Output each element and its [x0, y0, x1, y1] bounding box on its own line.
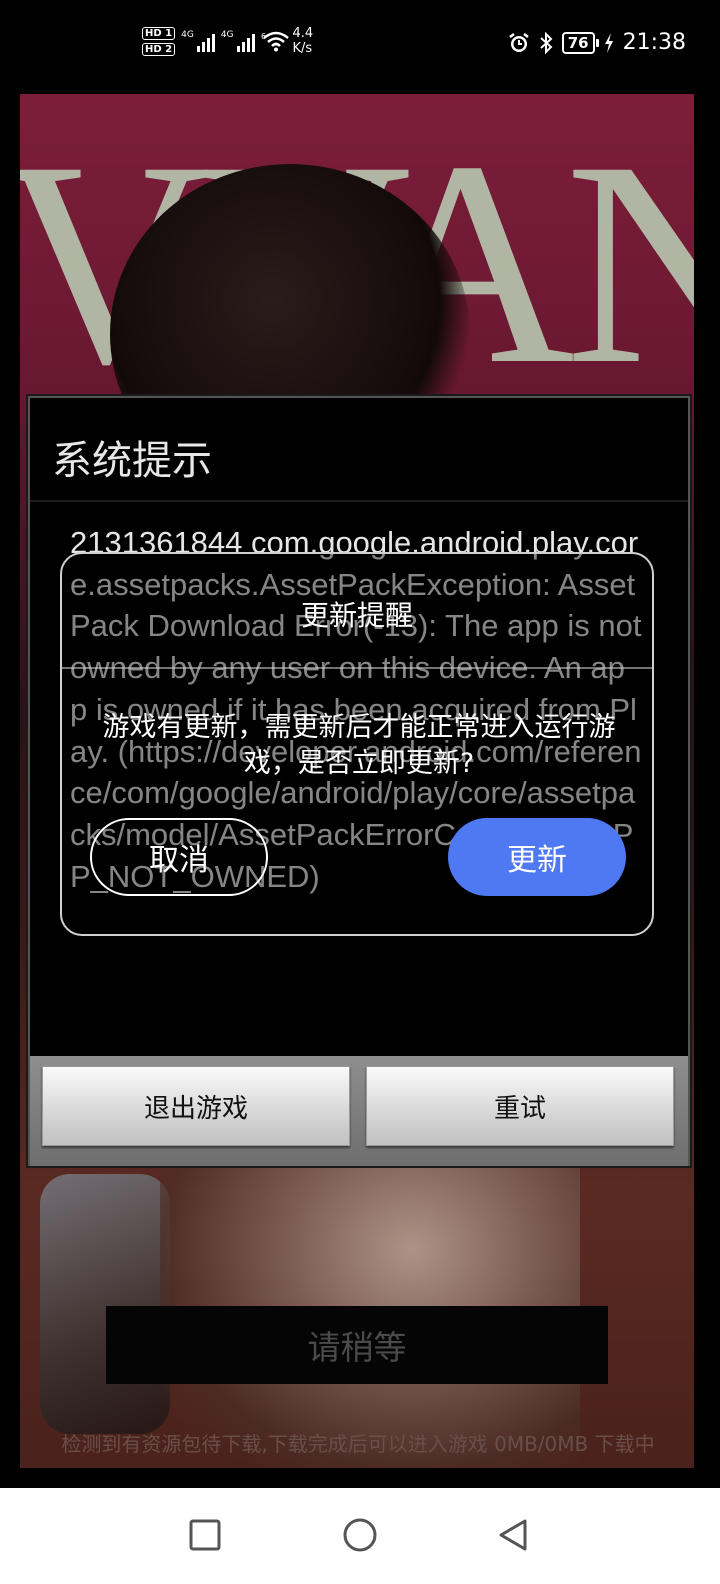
signal-strength-2-icon: 4G: [221, 30, 255, 52]
cancel-button[interactable]: 取消: [90, 818, 268, 896]
signal-strength-1-icon: 4G: [181, 30, 215, 52]
svg-text:6: 6: [261, 32, 266, 41]
bluetooth-icon: [540, 31, 553, 54]
clock: 21:38: [622, 30, 686, 55]
divider: [62, 667, 652, 669]
system-navigation-bar: [0, 1488, 720, 1584]
status-right: 76 21:38: [508, 30, 686, 55]
update-dialog-title: 更新提醒: [300, 599, 413, 632]
system-dialog-button-bar: 退出游戏 重试: [30, 1056, 688, 1166]
hd-indicators: HD 1 HD 2: [142, 26, 176, 56]
exit-game-button[interactable]: 退出游戏: [42, 1066, 350, 1146]
network-type-2: 4G: [220, 30, 234, 40]
home-icon[interactable]: [335, 1510, 385, 1560]
divider: [30, 500, 688, 502]
alarm-icon: [508, 32, 529, 52]
status-bar: HD 1 HD 2 4G 4G 6 4.4 K/s 76 21:38: [0, 0, 720, 92]
status-left: HD 1 HD 2 4G 4G 6 4.4 K/s: [142, 26, 313, 56]
back-icon[interactable]: [488, 1510, 538, 1560]
update-button[interactable]: 更新: [448, 818, 626, 896]
character-arm-art: [40, 1174, 170, 1434]
hd1-icon: HD 1: [142, 26, 176, 40]
recent-apps-icon[interactable]: [180, 1510, 230, 1560]
retry-button[interactable]: 重试: [366, 1066, 674, 1146]
battery-icon: 76: [561, 31, 599, 54]
hd2-icon: HD 2: [142, 42, 176, 56]
network-speed: 4.4 K/s: [293, 26, 314, 56]
charging-icon: [604, 32, 613, 53]
speed-unit: K/s: [292, 41, 313, 56]
speed-value: 4.4: [292, 26, 314, 41]
download-status-text: 检测到有资源包待下载,下载完成后可以进入游戏 0MB/0MB 下载中: [61, 1432, 655, 1456]
update-dialog-message: 游戏有更新，需更新后才能正常进入运行游戏，是否立即更新?: [102, 712, 616, 779]
network-type-1: 4G: [181, 30, 194, 40]
wifi-icon: 6: [261, 30, 289, 52]
please-wait-button[interactable]: 请稍等: [106, 1306, 608, 1384]
system-dialog-title: 系统提示: [52, 438, 212, 484]
update-reminder-dialog: 更新提醒 游戏有更新，需更新后才能正常进入运行游戏，是否立即更新? 取消 更新: [60, 552, 654, 936]
